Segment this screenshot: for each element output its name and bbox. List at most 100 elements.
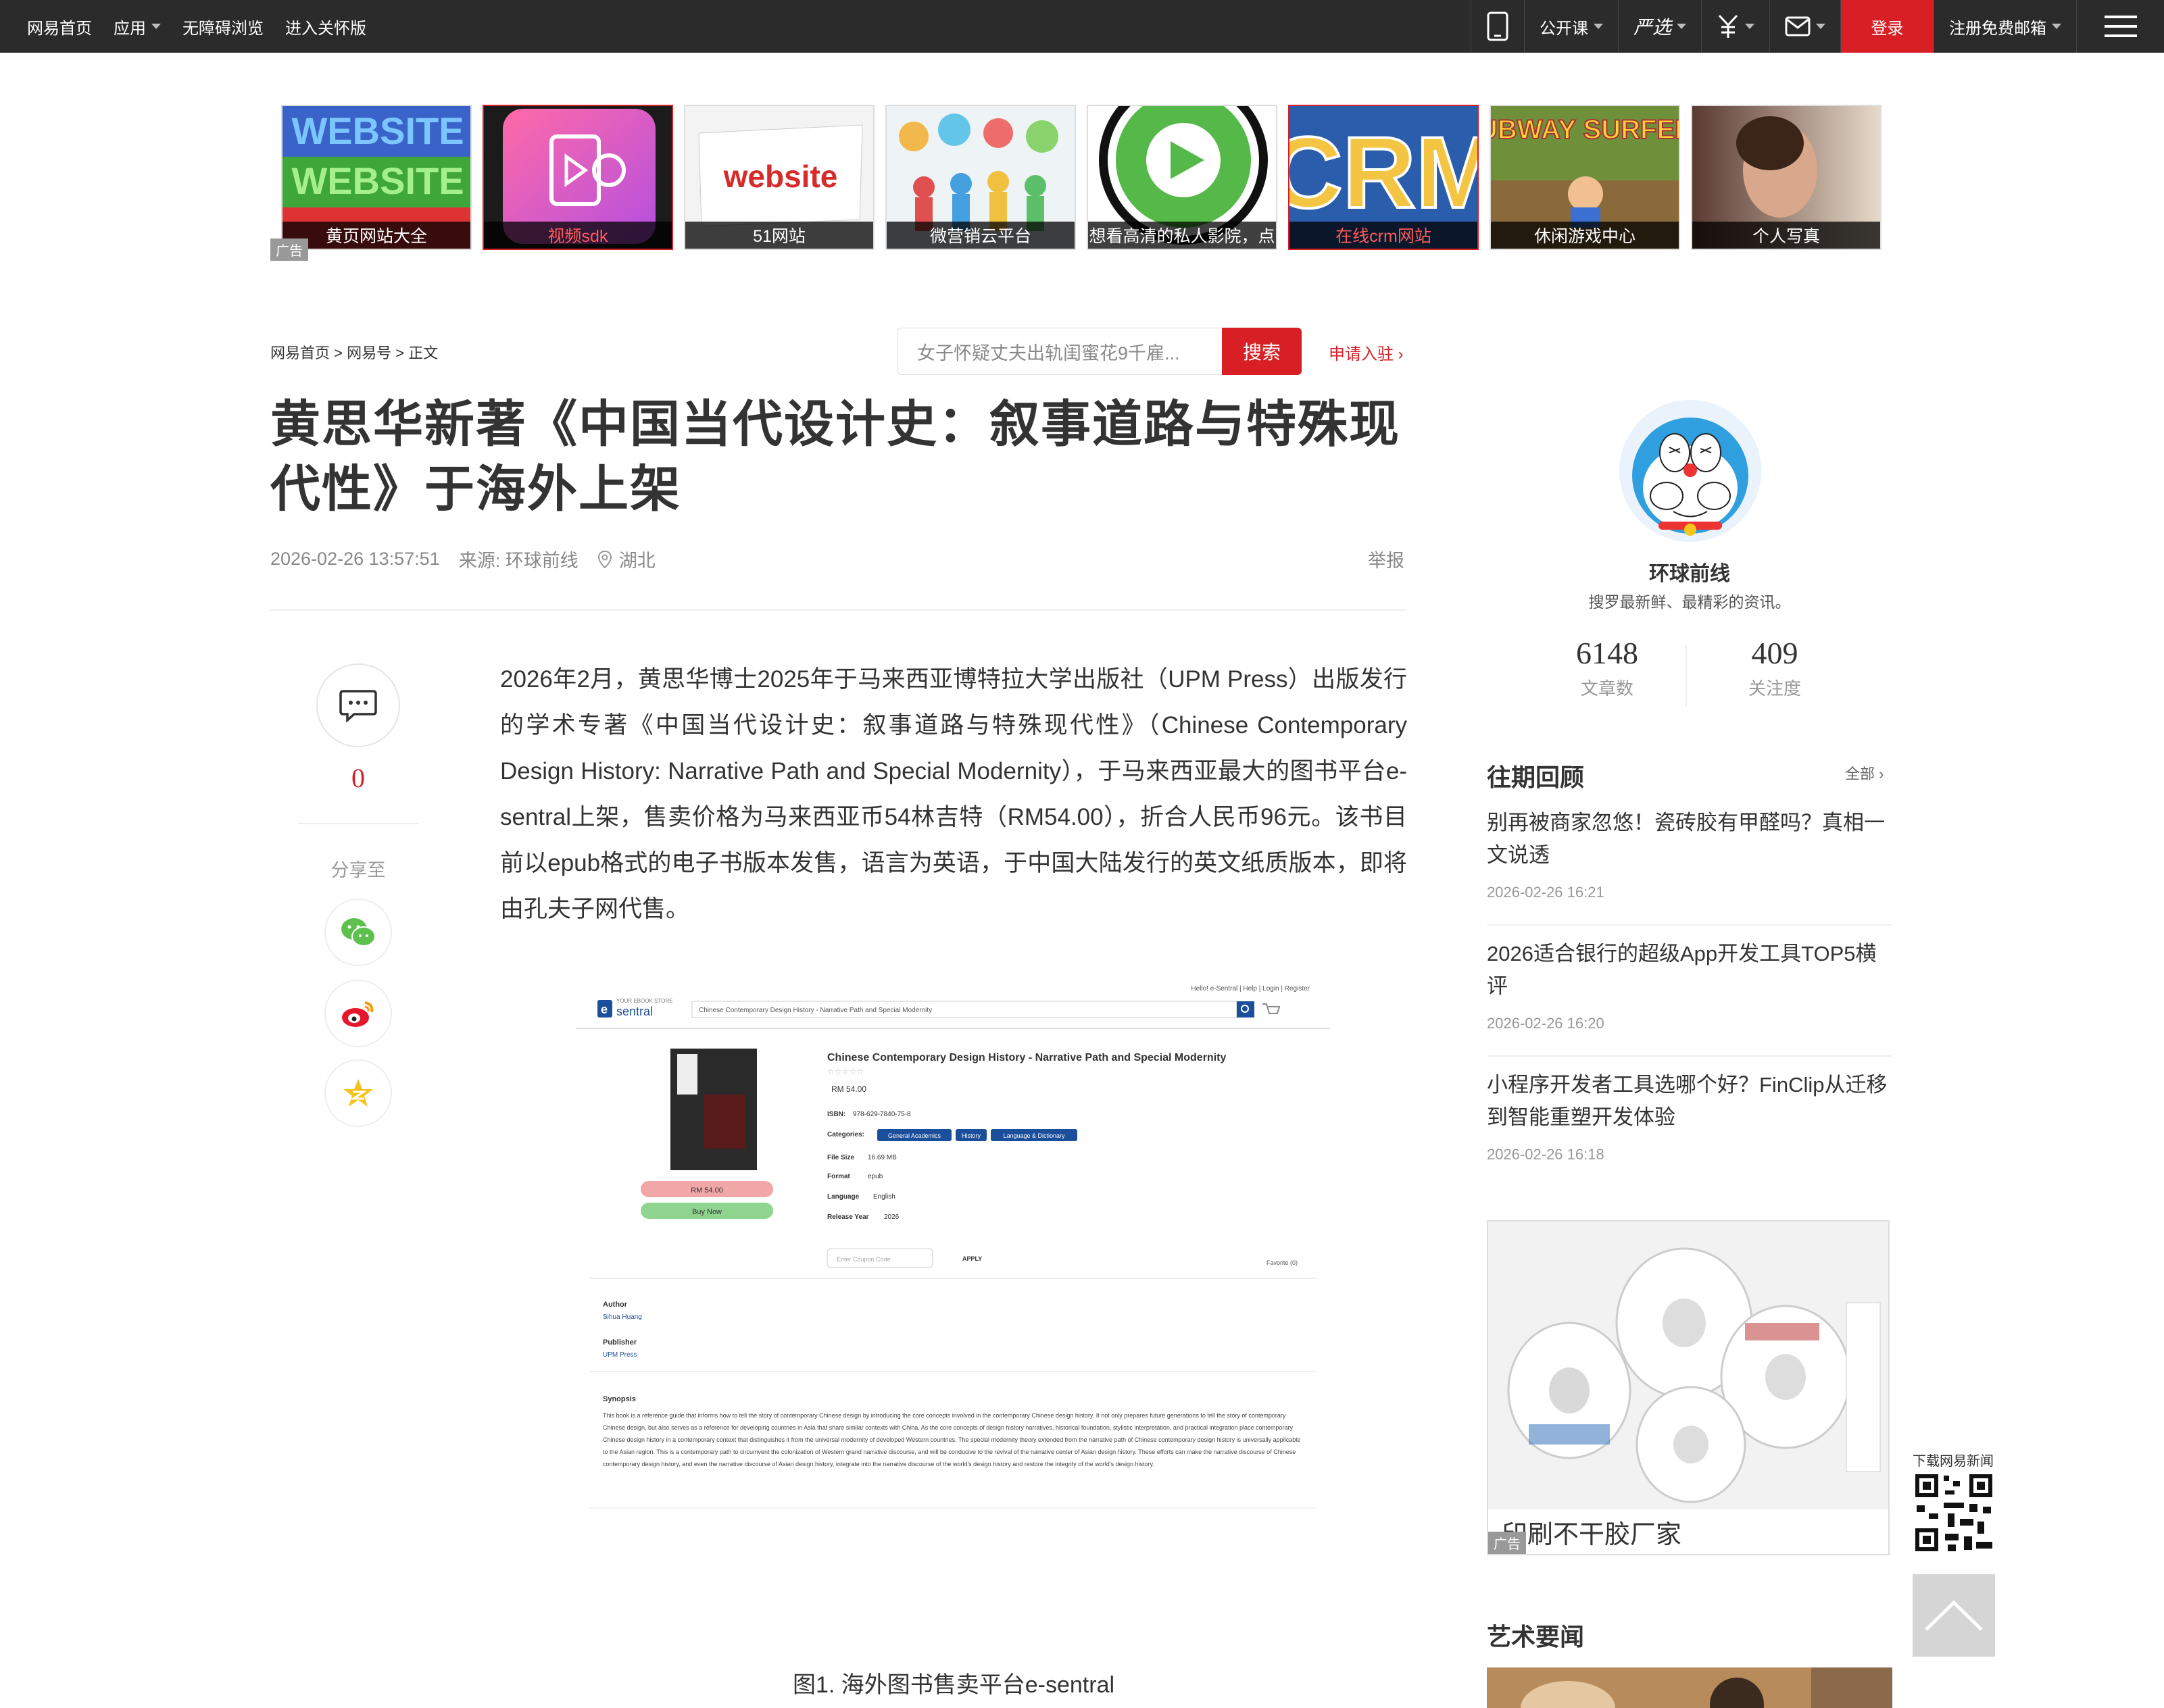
chevron-right-icon: › — [1398, 345, 1404, 363]
share-weibo-button[interactable] — [324, 980, 392, 1047]
open-course-label: 公开课 — [1539, 19, 1588, 38]
chevron-down-icon — [1677, 24, 1686, 29]
news-title: 别再被商家忽悠！瓷砖胶有甲醛吗？真相一文说透 — [1487, 811, 1885, 867]
figure-top-links: Hello! e-Sentral | Help | Login | Regist… — [1191, 985, 1310, 993]
article-meta: 2026-02-26 13:57:51 来源: 环球前线 湖北 — [270, 546, 674, 572]
sidebar-ad-caption: 印刷不干胶厂家 — [1488, 1509, 1888, 1554]
chevron-right-icon: › — [1879, 765, 1884, 782]
search-input[interactable]: 女子怀疑丈夫出轨闺蜜花9千雇... — [897, 328, 1222, 375]
breadcrumb-wangyihao[interactable]: 网易号 — [347, 345, 391, 361]
download-app-label[interactable]: 下载网易新闻 — [1913, 1450, 1994, 1470]
ad-caption: 黄页网站大全 — [282, 222, 470, 249]
figure-apply: APPLY — [962, 1255, 982, 1262]
open-course-menu[interactable]: 公开课 — [1523, 0, 1618, 53]
list-item[interactable]: 小程序开发者工具选哪个好？FinClip从迁移到智能重塑开发体验 2026-02… — [1487, 1069, 1892, 1188]
yanxuan-menu[interactable]: 严选 — [1617, 0, 1701, 53]
figure-release-label: Release Year — [827, 1213, 869, 1221]
figure-price: RM 54.00 — [831, 1084, 866, 1094]
mobile-phone-icon — [1487, 11, 1508, 41]
e-sentral-screenshot: Hello! e-Sentral | Help | Login | Regist… — [576, 973, 1330, 1554]
chevron-down-icon — [1745, 24, 1754, 29]
register-mail-menu[interactable]: 注册免费邮箱 — [1934, 0, 2076, 53]
figure-search-text: Chinese Contemporary Design History - Na… — [699, 1007, 932, 1014]
figure-category-tag: History — [962, 1132, 981, 1139]
figure-logo: sentral — [616, 1005, 653, 1018]
wechat-icon — [341, 918, 376, 947]
comment-button[interactable] — [316, 663, 400, 747]
report-link[interactable]: 举报 — [1368, 546, 1404, 572]
ad-art-text: CRM — [1289, 116, 1479, 229]
ad-tile[interactable]: 视频sdk — [483, 105, 673, 250]
figure-logo-tagline: YOUR EBOOK STORE — [616, 998, 672, 1004]
care-mode-link[interactable]: 进入关怀版 — [285, 15, 366, 39]
list-item[interactable]: 别再被商家忽悠！瓷砖胶有甲醛吗？真相一文说透 2026-02-26 16:21 — [1487, 807, 1892, 926]
qzone-star-icon — [343, 1079, 373, 1107]
figure-book-title: Chinese Contemporary Design History - Na… — [827, 1052, 1226, 1063]
chevron-down-icon — [2052, 24, 2061, 29]
news-date: 2026-02-26 16:18 — [1487, 1146, 1604, 1163]
qr-code-image — [1913, 1472, 1995, 1554]
search-button[interactable]: 搜索 — [1222, 328, 1302, 375]
figure-publisher-label: Publisher — [603, 1338, 637, 1347]
top-navigation-bar: 网易首页 应用 无障碍浏览 进入关怀版 公开课 严选 登录 注册免费邮箱 — [0, 0, 2164, 53]
top-nav-left: 网易首页 应用 无障碍浏览 进入关怀版 — [27, 0, 388, 53]
figure-category-tag: Language & Dictionary — [1003, 1132, 1065, 1139]
share-qzone-button[interactable] — [324, 1059, 392, 1127]
article-source: 来源: 环球前线 — [458, 551, 579, 571]
breadcrumb-home[interactable]: 网易首页 — [270, 345, 330, 361]
list-item[interactable]: 2026适合银行的超级App开发工具TOP5横评 2026-02-26 16:2… — [1487, 938, 1892, 1057]
apps-menu[interactable]: 应用 — [114, 15, 161, 39]
ad-tile[interactable]: WEBSITE WEBSITE 黄页网站大全 — [281, 105, 472, 250]
ad-art-text: WEBSITE — [291, 159, 464, 202]
art-news-image[interactable] — [1487, 1667, 1892, 1708]
location-pin-icon — [597, 550, 612, 568]
figure-release: 2026 — [884, 1213, 900, 1221]
ad-tile[interactable]: 微营销云平台 — [885, 105, 1076, 250]
chevron-up-icon — [1925, 1600, 1983, 1631]
breadcrumb: 网易首页 > 网易号 > 正文 — [270, 341, 438, 363]
mobile-app-button[interactable] — [1470, 0, 1524, 53]
chevron-down-icon — [1816, 24, 1825, 29]
breadcrumb-separator: > — [395, 345, 405, 361]
back-to-top-button[interactable] — [1913, 1574, 1995, 1657]
author-name[interactable]: 环球前线 — [1487, 557, 1892, 586]
apply-join-link[interactable]: 申请入驻 › — [1329, 341, 1404, 364]
article-figure: Hello! e-Sentral | Help | Login | Regist… — [576, 973, 1330, 1554]
ad-caption: 想看高清的私人影院，点 — [1088, 222, 1276, 249]
past-review-title: 往期回顾 — [1487, 763, 1585, 791]
author-avatar[interactable] — [1619, 400, 1761, 542]
ad-strip: WEBSITE WEBSITE 黄页网站大全 视频sdk website 51网… — [270, 105, 1883, 261]
figure-synopsis: This book is a reference guide that info… — [603, 1412, 1301, 1467]
stat-divider — [1686, 645, 1687, 706]
sidebar-ad[interactable]: 印刷不干胶厂家 广告 — [1487, 1220, 1890, 1555]
lottery-menu[interactable] — [1701, 0, 1769, 53]
yanxuan-label: 严选 — [1633, 16, 1671, 39]
view-all-link[interactable]: 全部 › — [1845, 762, 1884, 784]
news-title: 小程序开发者工具选哪个好？FinClip从迁移到智能重塑开发体验 — [1487, 1073, 1888, 1129]
ad-tile[interactable]: 想看高清的私人影院，点 — [1087, 105, 1277, 250]
ad-tile[interactable]: SUBWAY SURFERS 休闲游戏中心 — [1490, 105, 1680, 250]
ad-badge: 广告 — [270, 238, 308, 261]
ad-art-text: website — [723, 159, 838, 194]
article-location: 湖北 — [618, 551, 656, 571]
figure-format-label: Format — [827, 1173, 851, 1180]
figure-format: epub — [868, 1173, 883, 1180]
ad-tile[interactable]: website 51网站 — [684, 105, 875, 250]
share-label: 分享至 — [330, 860, 386, 880]
ad-caption: 个人写真 — [1692, 222, 1880, 249]
articles-label: 文章数 — [1580, 678, 1633, 699]
mail-menu[interactable] — [1769, 0, 1840, 53]
hamburger-menu-icon[interactable] — [2076, 0, 2164, 53]
login-button[interactable]: 登录 — [1840, 0, 1934, 53]
ad-caption: 视频sdk — [484, 222, 672, 249]
figure-filesize: 16.69 MB — [868, 1154, 897, 1161]
qr-code-icon[interactable] — [1913, 1472, 1995, 1554]
netease-home-link[interactable]: 网易首页 — [27, 15, 92, 39]
figure-isbn: 978-629-7840-75-8 — [853, 1111, 911, 1118]
ad-caption: 在线crm网站 — [1289, 222, 1477, 249]
ad-tile[interactable]: 个人写真 — [1691, 105, 1882, 250]
ad-tile[interactable]: CRM 在线crm网站 — [1288, 105, 1479, 250]
share-wechat-button[interactable] — [324, 899, 392, 966]
figure-category-tag: General Academics — [888, 1132, 941, 1139]
accessible-browse-link[interactable]: 无障碍浏览 — [182, 15, 264, 39]
